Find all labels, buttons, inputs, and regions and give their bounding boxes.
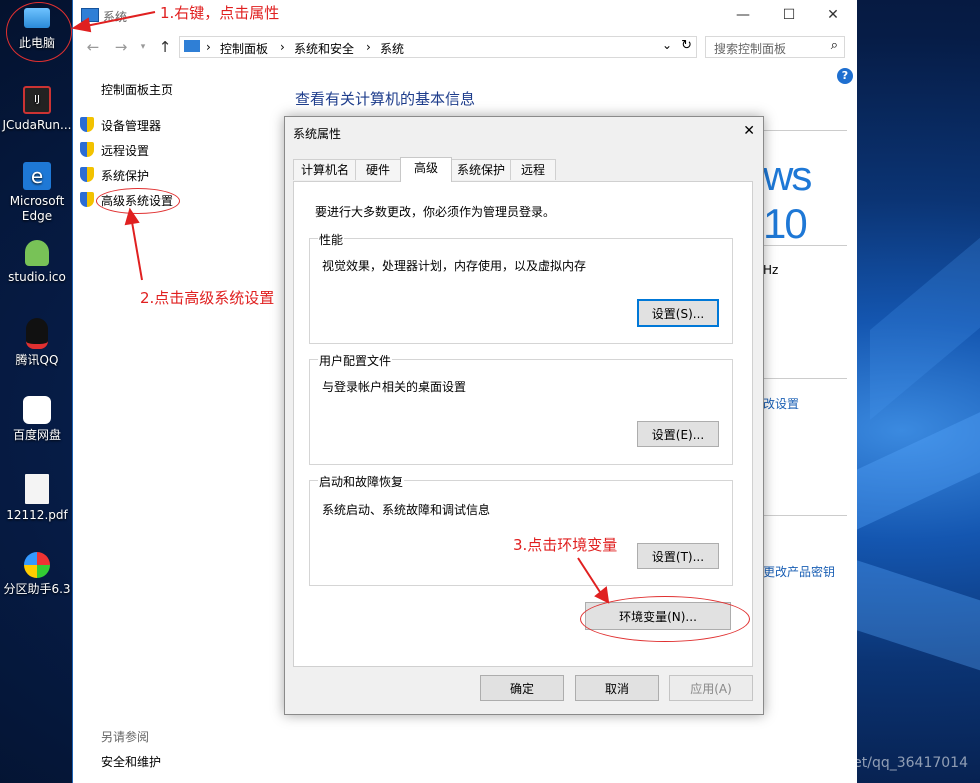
breadcrumb-separator: › [280, 40, 285, 54]
search-placeholder: 搜索控制面板 [714, 42, 787, 56]
refresh-icon[interactable]: ↻ [681, 38, 692, 53]
desktop-icon-label: 腾讯QQ [15, 353, 59, 367]
desktop-icon-baidu[interactable]: 百度网盘 [0, 396, 74, 443]
desktop-icon-qq[interactable]: 腾讯QQ [0, 318, 74, 368]
desktop-icon-jcudarun[interactable]: IJ JCudaRun... [0, 86, 74, 133]
see-also-title: 另请参阅 [101, 730, 150, 744]
divider [763, 130, 847, 131]
system-protection-link[interactable]: 系统保护 [101, 167, 149, 184]
desktop-icon-label: 分区助手6.3 [3, 582, 71, 596]
user-profiles-title: 用户配置文件 [318, 352, 393, 369]
startup-recovery-title: 启动和故障恢复 [318, 473, 405, 490]
divider [763, 378, 847, 379]
divider [763, 245, 847, 246]
partition-assistant-icon [24, 552, 50, 578]
shield-icon [80, 192, 94, 207]
cancel-button[interactable]: 取消 [575, 675, 659, 701]
remote-settings-link[interactable]: 远程设置 [101, 142, 149, 159]
advanced-tab-panel: 要进行大多数更改，你必须作为管理员登录。 性能 视觉效果，处理器计划，内存使用，… [293, 181, 753, 667]
android-studio-icon [25, 240, 49, 266]
search-icon: ⌕ [830, 38, 838, 53]
breadcrumb-system-security[interactable]: 系统和安全 [294, 40, 354, 57]
edge-icon: e [23, 162, 51, 190]
dialog-title: 系统属性 [293, 127, 342, 141]
performance-desc: 视觉效果，处理器计划，内存使用，以及虚拟内存 [322, 259, 587, 273]
desktop-icon-label: JCudaRun... [2, 118, 72, 132]
search-input[interactable]: 搜索控制面板 ⌕ [705, 36, 845, 58]
forward-arrow-icon[interactable]: → [111, 38, 131, 56]
ok-button[interactable]: 确定 [480, 675, 564, 701]
desktop-icon-label: studio.ico [8, 270, 66, 284]
dialog-close-icon[interactable]: ✕ [743, 123, 755, 139]
divider [763, 515, 847, 516]
breadcrumb-system[interactable]: 系统 [380, 40, 404, 57]
annotation-step1: 1.右键，点击属性 [160, 4, 280, 22]
desktop-icon-edge[interactable]: e Microsoft Edge [0, 162, 74, 224]
intellij-icon: IJ [23, 86, 51, 114]
control-panel-home-link[interactable]: 控制面板主页 [101, 81, 173, 98]
window-title: 系统 [103, 10, 128, 24]
annotation-ring-this-pc [6, 2, 72, 62]
desktop-icon-label: Microsoft Edge [9, 194, 65, 223]
close-button[interactable]: ✕ [813, 4, 853, 26]
apply-button[interactable]: 应用(A) [669, 675, 753, 701]
user-profiles-group: 用户配置文件 与登录帐户相关的桌面设置 设置(E)... [309, 352, 733, 465]
device-manager-link[interactable]: 设备管理器 [101, 117, 161, 134]
page-title: 查看有关计算机的基本信息 [295, 90, 476, 108]
desktop-icon-pdf[interactable]: 12112.pdf [0, 474, 74, 523]
cpu-speed-partial: Hz [763, 263, 779, 277]
desktop-icon-partition[interactable]: 分区助手6.3 [0, 552, 74, 597]
system-window-icon [81, 8, 99, 22]
maximize-button[interactable]: ☐ [769, 4, 809, 26]
shield-icon [80, 142, 94, 157]
performance-group: 性能 视觉效果，处理器计划，内存使用，以及虚拟内存 设置(S)... [309, 231, 733, 344]
tab-system-protection[interactable]: 系统保护 [451, 159, 511, 180]
startup-recovery-group: 启动和故障恢复 系统启动、系统故障和调试信息 设置(T)... [309, 473, 733, 586]
windows-logo-text: ws 10 [763, 152, 812, 247]
performance-title: 性能 [318, 231, 345, 248]
watermark: https://blog.csdn.net/qq_36417014 [722, 755, 968, 771]
change-product-key-link[interactable]: 更改产品密钥 [763, 563, 835, 580]
tab-computer-name[interactable]: 计算机名 [293, 159, 357, 180]
breadcrumb-control-panel[interactable]: 控制面板 [220, 40, 268, 57]
performance-settings-button[interactable]: 设置(S)... [637, 299, 719, 327]
user-profiles-settings-button[interactable]: 设置(E)... [637, 421, 719, 447]
security-maintenance-link[interactable]: 安全和维护 [101, 753, 161, 770]
baidu-netdisk-icon [23, 396, 51, 424]
tab-hardware[interactable]: 硬件 [355, 159, 401, 180]
annotation-ring-env-button [580, 596, 750, 642]
annotation-ring-advanced-settings [96, 188, 180, 214]
back-arrow-icon[interactable]: ← [83, 38, 103, 56]
startup-recovery-settings-button[interactable]: 设置(T)... [637, 543, 719, 569]
startup-recovery-desc: 系统启动、系统故障和调试信息 [322, 503, 491, 517]
chevron-down-icon[interactable]: ⌄ [662, 38, 672, 52]
desktop-icon-studio[interactable]: studio.ico [0, 240, 74, 285]
change-settings-link[interactable]: 改设置 [763, 395, 799, 412]
history-dropdown-icon[interactable]: ▾ [133, 38, 153, 56]
qq-icon [26, 318, 48, 349]
user-profiles-desc: 与登录帐户相关的桌面设置 [322, 380, 467, 394]
breadcrumb-separator: › [366, 40, 371, 54]
annotation-step2: 2.点击高级系统设置 [140, 289, 275, 307]
address-bar-row: ← → ▾ ↑ › 控制面板 › 系统和安全 › 系统 ⌄ ↻ 搜索控制面板 ⌕ [73, 34, 857, 60]
control-panel-icon [184, 40, 200, 52]
up-arrow-icon[interactable]: ↑ [155, 38, 175, 56]
address-field[interactable]: › 控制面板 › 系统和安全 › 系统 ⌄ ↻ [179, 36, 697, 58]
help-icon[interactable]: ? [837, 68, 853, 84]
shield-icon [80, 167, 94, 182]
shield-icon [80, 117, 94, 132]
breadcrumb-separator: › [206, 40, 211, 54]
minimize-button[interactable]: — [723, 4, 763, 26]
tab-remote[interactable]: 远程 [510, 159, 556, 180]
desktop-icon-label: 12112.pdf [6, 508, 68, 522]
desktop-icon-label: 百度网盘 [12, 428, 61, 442]
pdf-file-icon [25, 474, 49, 504]
admin-notice: 要进行大多数更改，你必须作为管理员登录。 [315, 205, 556, 219]
annotation-step3: 3.点击环境变量 [513, 536, 618, 554]
tab-advanced[interactable]: 高级 [400, 157, 452, 182]
